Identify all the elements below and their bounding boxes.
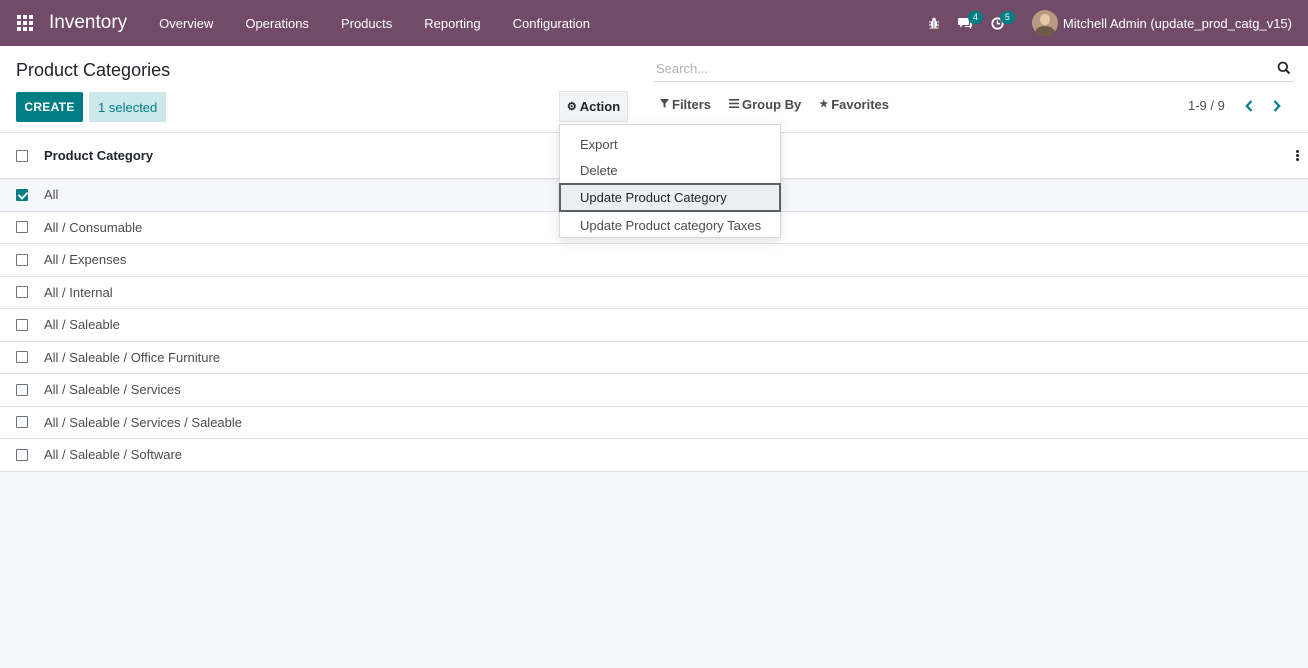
apps-grid-icon: [16, 15, 33, 31]
table-row[interactable]: All / Saleable / Services / Saleable: [0, 407, 1308, 439]
selected-count-badge: 1 selected: [89, 92, 167, 122]
row-category-name: All / Consumable: [44, 219, 143, 235]
action-menu-export[interactable]: Export: [560, 131, 780, 157]
menu-configuration[interactable]: Configuration: [497, 16, 606, 31]
menu-products[interactable]: Products: [325, 16, 408, 31]
control-panel: Product Categories CREATE 1 selected ⚙ A…: [0, 46, 1308, 133]
row-checkbox[interactable]: [16, 383, 28, 396]
row-checkbox[interactable]: [16, 221, 28, 234]
column-header-product-category[interactable]: Product Category: [44, 148, 153, 163]
pager: 1-9 / 9: [1188, 98, 1291, 113]
pager-value[interactable]: 1-9 / 9: [1188, 98, 1225, 113]
top-navbar: Inventory Overview Operations Products R…: [0, 0, 1308, 46]
filter-funnel-icon: [660, 98, 669, 111]
action-menu-update-product-category[interactable]: Update Product Category: [559, 183, 781, 212]
row-category-name: All / Saleable / Services / Saleable: [44, 414, 242, 430]
user-menu[interactable]: Mitchell Admin (update_prod_catg_v15): [1031, 10, 1292, 36]
menu-overview[interactable]: Overview: [143, 16, 229, 31]
row-category-name: All / Saleable / Software: [44, 447, 183, 463]
messages-count-badge: 4: [967, 11, 983, 24]
filters-label: Filters: [672, 97, 712, 112]
table-row[interactable]: All / Saleable / Software: [0, 439, 1308, 472]
create-button[interactable]: CREATE: [16, 92, 83, 122]
action-menu-delete[interactable]: Delete: [560, 157, 780, 183]
row-category-name: All / Expenses: [44, 252, 127, 268]
app-brand[interactable]: Inventory: [49, 12, 127, 34]
star-icon: ★: [819, 99, 829, 110]
pager-previous-button[interactable]: [1235, 99, 1263, 112]
table-row[interactable]: All / Saleable / Services: [0, 374, 1308, 407]
action-menu-update-category-taxes[interactable]: Update Product category Taxes: [560, 212, 780, 238]
row-category-name: All: [44, 187, 59, 203]
chevron-right-icon: [1273, 99, 1281, 112]
menu-reporting[interactable]: Reporting: [408, 16, 496, 31]
page-title: Product Categories: [16, 60, 171, 80]
row-category-name: All / Saleable / Office Furniture: [44, 349, 221, 365]
table-row[interactable]: All / Saleable / Office Furniture: [0, 342, 1308, 374]
chevron-left-icon: [1245, 99, 1253, 112]
row-checkbox[interactable]: [16, 416, 28, 429]
activities-button[interactable]: 5: [982, 0, 1015, 46]
groupby-label: Group By: [742, 97, 802, 112]
messages-button[interactable]: 4: [950, 0, 983, 46]
activities-count-badge: 5: [999, 11, 1015, 24]
optional-columns-kebab-icon[interactable]: [1296, 150, 1299, 162]
debug-bug-icon[interactable]: [918, 0, 950, 46]
table-row[interactable]: All / Expenses: [0, 244, 1308, 277]
search-icon[interactable]: [1277, 61, 1291, 78]
row-category-name: All / Saleable: [44, 317, 120, 333]
row-checkbox[interactable]: [16, 351, 28, 364]
row-checkbox[interactable]: [16, 253, 28, 266]
row-checkbox[interactable]: [16, 286, 28, 299]
action-button[interactable]: ⚙ Action: [559, 91, 628, 122]
row-checkbox[interactable]: [16, 318, 28, 331]
list-bars-icon: [729, 98, 740, 111]
action-dropdown-menu: Export Delete Update Product Category Up…: [559, 124, 781, 238]
menu-operations[interactable]: Operations: [229, 16, 325, 31]
search-bar: [654, 56, 1293, 82]
groupby-button[interactable]: Group By: [729, 97, 801, 112]
row-checkbox[interactable]: [16, 448, 28, 461]
row-category-name: All / Internal: [44, 284, 113, 300]
action-label: Action: [579, 99, 621, 114]
user-name: Mitchell Admin (update_prod_catg_v15): [1062, 15, 1292, 31]
avatar: [1031, 10, 1058, 36]
gear-icon: ⚙: [566, 101, 577, 113]
row-checkbox[interactable]: [16, 188, 28, 201]
favorites-label: Favorites: [831, 97, 890, 112]
search-input[interactable]: [654, 61, 1264, 76]
row-category-name: All / Saleable / Services: [44, 382, 181, 398]
table-row[interactable]: All / Saleable: [0, 309, 1308, 342]
favorites-button[interactable]: ★ Favorites: [819, 97, 889, 112]
filters-button[interactable]: Filters: [660, 97, 711, 112]
select-all-checkbox[interactable]: [16, 149, 28, 162]
apps-menu-button[interactable]: [0, 0, 49, 46]
table-row[interactable]: All / Internal: [0, 277, 1308, 309]
pager-next-button[interactable]: [1263, 99, 1291, 112]
